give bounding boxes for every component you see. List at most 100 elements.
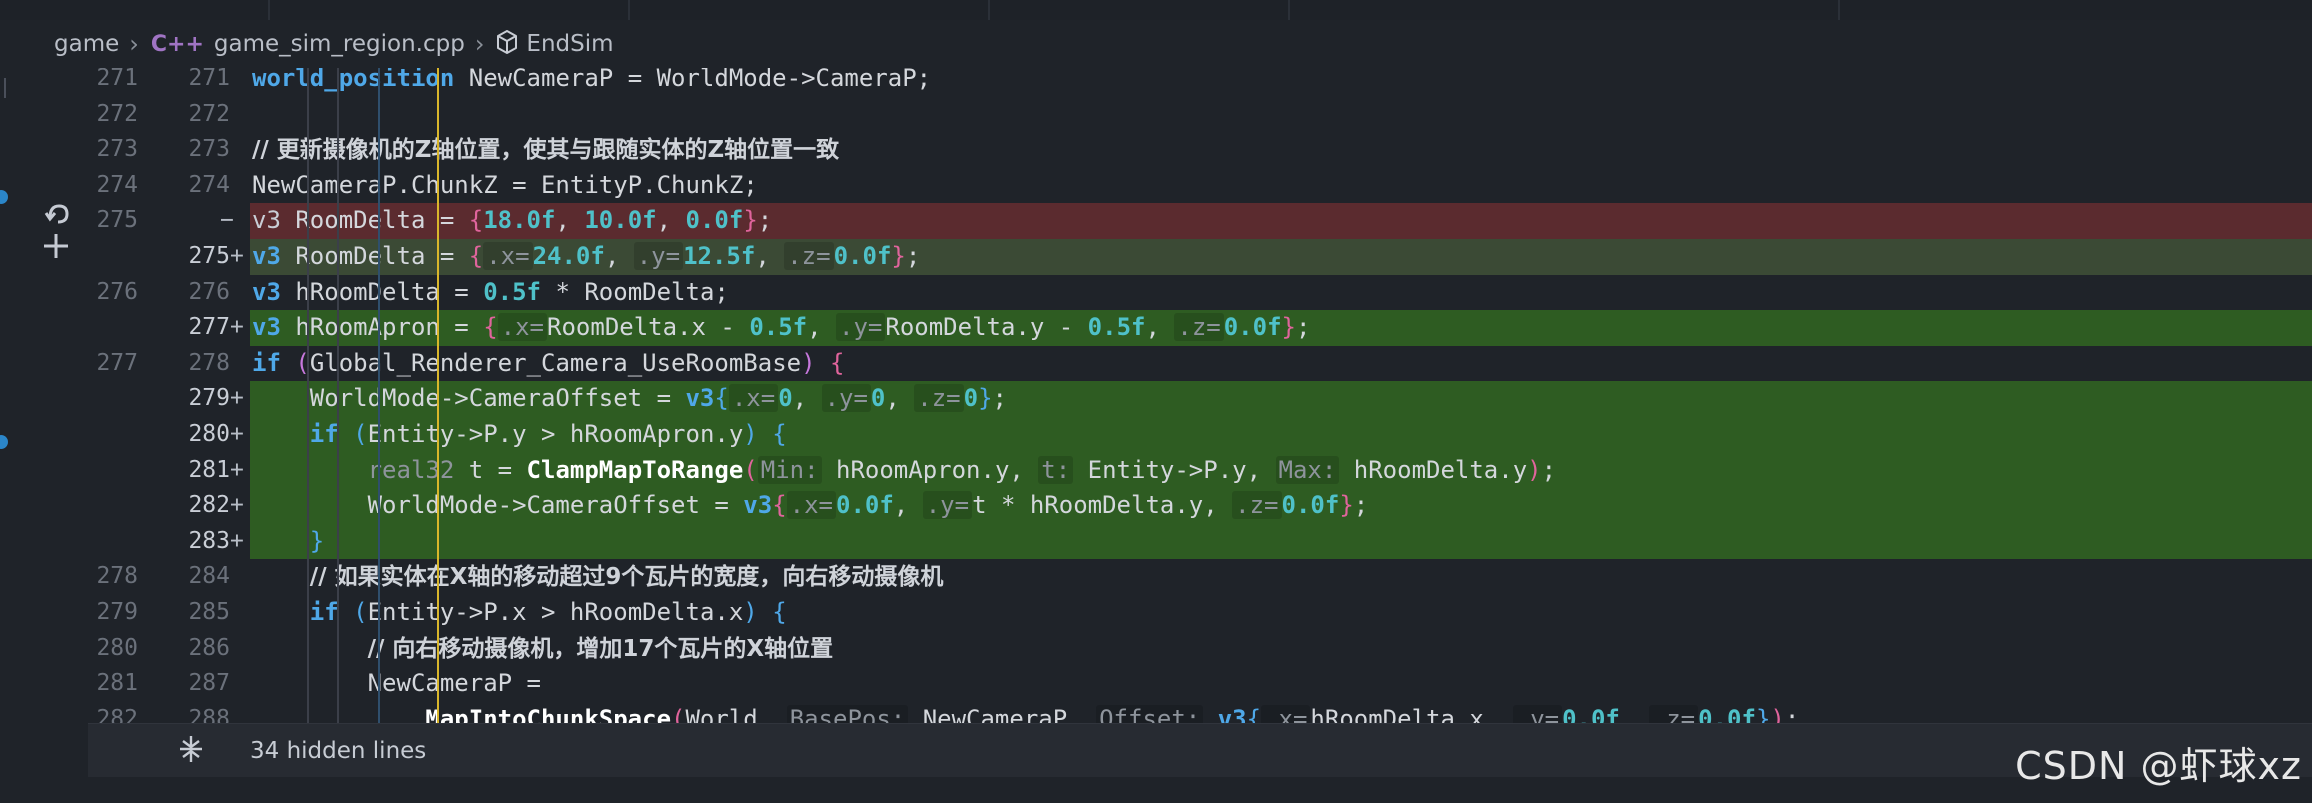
added-marker: + (230, 456, 244, 483)
original-line-number: 276 (96, 278, 138, 305)
added-line[interactable]: 280 + if (Entity->P.y > hRoomApron.y) { (88, 417, 2312, 453)
breadcrumb-symbol-label: EndSim (526, 31, 614, 57)
tab[interactable] (988, 0, 1290, 20)
breadcrumb-folder-label: game (54, 31, 120, 57)
code-text[interactable]: } (252, 524, 324, 560)
code-text[interactable]: MapIntoChunkSpace(World, BasePos: NewCam… (252, 702, 1799, 723)
modified-line-number: 277 (188, 314, 230, 341)
original-line-number: 273 (96, 136, 138, 163)
original-line-number (88, 239, 138, 275)
original-line-number (88, 417, 138, 453)
added-marker: + (230, 314, 244, 341)
added-marker: + (230, 243, 244, 269)
modified-line-number: 287 (188, 670, 230, 697)
added-marker: + (230, 385, 244, 412)
code-text[interactable]: // 如果实体在X轴的移动超过9个瓦片的宽度，向右移动摄像机 (252, 559, 944, 595)
diff-editor[interactable]: 271 271 world_position NewCameraP = WorldM… (88, 68, 2312, 723)
code-line[interactable]: 277 278 if (Global_Renderer_Camera_UseRoom… (88, 346, 2312, 382)
modified-line-number: 284 (188, 563, 230, 590)
modified-line-number: 282 (188, 492, 230, 519)
modified-line-number: 271 (188, 68, 230, 91)
added-line[interactable]: 283 + } (88, 523, 2312, 560)
code-text[interactable]: // 更新摄像机的Z轴位置，使其与跟随实体的Z轴位置一致 (252, 132, 839, 168)
tab[interactable] (628, 0, 990, 20)
original-line-number: 280 (96, 634, 138, 661)
code-text[interactable]: v3 hRoomDelta = 0.5f * RoomDelta; (252, 275, 729, 311)
added-line[interactable]: 282 + WorldMode->CameraOffset = v3{.x= 0.0… (88, 488, 2312, 524)
original-line-number: 272 (96, 100, 138, 127)
unfold-icon[interactable] (176, 734, 206, 764)
chevron-right-icon: › (129, 30, 139, 58)
original-line-number: 278 (96, 563, 138, 590)
original-line-number: 279 (96, 599, 138, 625)
deleted-line[interactable]: 275 − v3 RoomDelta = {18.0f, 10.0f, 0.0f}; (88, 203, 2312, 239)
added-line[interactable]: 279 + WorldMode->CameraOffset = v3{.x= 0, … (88, 381, 2312, 417)
code-line[interactable]: 276 276 v3 hRoomDelta = 0.5f * RoomDelta; (88, 275, 2312, 311)
modified-line-number: 285 (188, 599, 230, 625)
tab[interactable] (1838, 0, 2312, 20)
code-line[interactable]: 279 285 if (Entity->P.x > hRoomDelta.x) { (88, 595, 2312, 631)
gutter-tick (4, 78, 6, 98)
code-line[interactable]: 280 286 // 向右移动摄像机，增加17个瓦片的X轴位置 (88, 631, 2312, 667)
added-line[interactable]: 281 + real32 t = ClampMapToRange(Min: hRo… (88, 452, 2312, 489)
editor-tab-strip[interactable] (0, 0, 2312, 21)
code-line[interactable]: 273 273 // 更新摄像机的Z轴位置，使其与跟随实体的Z轴位置一致 (88, 132, 2312, 168)
code-text[interactable]: WorldMode->CameraOffset = v3{.x= 0, .y= 0,… (252, 381, 1007, 417)
code-line[interactable]: 274 274 NewCameraP.ChunkZ = EntityP.ChunkZ… (88, 168, 2312, 204)
code-text[interactable]: world_position NewCameraP = WorldMode->C… (252, 68, 931, 97)
modified-line-number: 273 (188, 136, 230, 163)
scm-marker (0, 190, 8, 204)
original-line-number (88, 488, 138, 524)
original-line-number: 282 (96, 705, 138, 723)
breadcrumb-file[interactable]: C++ game_sim_region.cpp (151, 31, 465, 57)
watermark: CSDN @虾球xz (2015, 744, 2302, 788)
original-line-number (88, 524, 138, 560)
tab-active[interactable] (1288, 0, 1840, 20)
editor-bottom (0, 777, 2312, 803)
code-text[interactable]: if (Entity->P.x > hRoomDelta.x) { (252, 595, 787, 631)
hidden-lines-label: 34 hidden lines (250, 738, 427, 764)
added-line[interactable]: 275 + v3 RoomDelta = {.x= 24.0f, .y= 12.5f, … (88, 239, 2312, 275)
tab[interactable] (0, 0, 270, 20)
breadcrumb-symbol[interactable]: EndSim (496, 29, 614, 59)
modified-line-number: 279 (188, 385, 230, 412)
code-line[interactable]: 272 272 (88, 97, 2312, 133)
modified-line-number: 274 (188, 171, 230, 198)
modified-line-number: 283 (188, 527, 230, 554)
code-text[interactable]: v3 RoomDelta = {.x= 24.0f, .y= 12.5f, .z= 0… (252, 239, 920, 275)
added-marker: + (230, 492, 244, 519)
modified-line-number: 272 (188, 100, 230, 127)
original-line-number (88, 453, 138, 489)
code-line[interactable]: 278 284 // 如果实体在X轴的移动超过9个瓦片的宽度，向右移动摄像机 (88, 559, 2312, 595)
breadcrumb-file-label: game_sim_region.cpp (213, 31, 465, 57)
code-text[interactable]: v3 RoomDelta = {18.0f, 10.0f, 0.0f}; (252, 203, 772, 239)
indent-guide (307, 68, 309, 723)
scm-marker (0, 435, 8, 449)
original-line-number: 275 (96, 207, 138, 234)
code-text[interactable]: NewCameraP = (252, 666, 541, 702)
original-line-number: 274 (96, 171, 138, 198)
code-text[interactable]: NewCameraP.ChunkZ = EntityP.ChunkZ; (252, 168, 758, 204)
add-icon[interactable] (40, 230, 72, 267)
code-text[interactable]: if (Entity->P.y > hRoomApron.y) { (252, 417, 787, 453)
code-text[interactable]: real32 t = ClampMapToRange(Min: hRoomApr… (252, 453, 1556, 489)
code-text[interactable]: v3 hRoomApron = {.x= RoomDelta.x - 0.5f, … (252, 310, 1310, 346)
code-text[interactable]: // 向右移动摄像机，增加17个瓦片的X轴位置 (252, 631, 834, 667)
code-line[interactable]: 282 288 MapIntoChunkSpace(World, BasePos:… (88, 702, 2312, 723)
hidden-lines-bar[interactable]: 34 hidden lines (88, 723, 2312, 778)
modified-line-number: 275 (188, 243, 230, 269)
added-line[interactable]: 277 + v3 hRoomApron = {.x= RoomDelta.x - 0.… (88, 310, 2312, 346)
original-line-number (88, 310, 138, 346)
original-line-number: 281 (96, 670, 138, 697)
breadcrumb-folder[interactable]: game (54, 31, 119, 57)
removed-marker: − (220, 207, 234, 234)
breadcrumb: game › C++ game_sim_region.cpp › EndSim (0, 20, 2312, 68)
code-text[interactable]: WorldMode->CameraOffset = v3{.x= 0.0f, .y… (252, 488, 1368, 524)
code-line[interactable]: 271 271 world_position NewCameraP = WorldM… (88, 68, 2312, 97)
original-line-number: 271 (96, 68, 138, 91)
code-line[interactable]: 281 287 NewCameraP = (88, 666, 2312, 702)
cpp-file-icon: C++ (150, 31, 204, 57)
code-text[interactable]: if (Global_Renderer_Camera_UseRoomBase) … (252, 346, 844, 382)
modified-line-number: 281 (188, 456, 230, 483)
tab[interactable] (268, 0, 630, 20)
